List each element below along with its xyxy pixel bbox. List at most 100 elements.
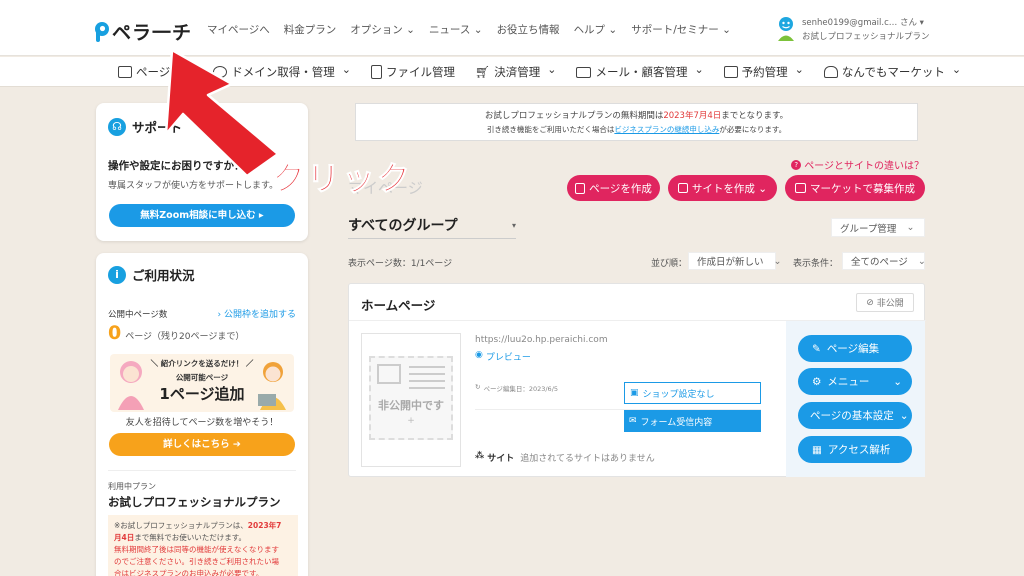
page-card-title: ホームページ — [361, 298, 436, 313]
details-button[interactable]: 詳しくはこちら ➔ — [109, 433, 295, 456]
nav-support-seminar[interactable]: サポート/セミナー ⌄ — [631, 22, 731, 37]
divider — [108, 470, 296, 471]
zoom-consult-button[interactable]: 無料Zoom相談に申し込む ▸ — [109, 204, 295, 227]
calendar-icon — [723, 66, 738, 78]
usage-card: i ご利用状況 公開中ページ数 › 公開枠を追加する 0 ページ（残り20ページ… — [96, 253, 308, 576]
user-email: senhe0199@gmail.c… さん ▾ — [802, 18, 924, 28]
cart-icon: 🛒︎ — [475, 65, 491, 79]
user-menu[interactable]: senhe0199@gmail.c… さん ▾ お試しプロフェッショナルプラン — [776, 16, 930, 44]
nav-pricing[interactable]: 料金プラン — [284, 22, 337, 37]
logo[interactable]: ペラ一チ — [94, 18, 192, 45]
subnav-mail-customer[interactable]: メール・顧客管理 — [576, 64, 703, 80]
plan-label: 利用中プラン — [108, 482, 156, 491]
subnav-page-management[interactable]: ページ管理 — [118, 64, 193, 80]
edited-date: ↻ ページ編集日：2023/6/5 — [475, 383, 559, 393]
refresh-icon: ↻ — [475, 383, 481, 391]
plus-page-icon — [575, 182, 586, 194]
visibility-icon: ⊘ — [866, 297, 874, 308]
chart-icon: ▦ — [812, 443, 822, 456]
site-row: ⁂ サイト 追加されてるサイトはありません — [475, 451, 655, 464]
subnav-payment[interactable]: 🛒︎ 決済管理 — [475, 64, 556, 80]
mail-icon — [576, 66, 592, 78]
market-icon — [823, 66, 838, 78]
cart-icon: ▣ — [630, 388, 639, 398]
group-select[interactable]: すべてのグループ ▾ — [348, 215, 516, 239]
user-plan: お試しプロフェッショナルプラン — [802, 32, 930, 42]
plan-name: お試しプロフェッショナルプラン — [108, 495, 281, 509]
nav-mypage[interactable]: マイページへ — [207, 22, 270, 37]
pencil-icon: ✎ — [812, 342, 821, 355]
filter-select[interactable]: 全てのページ ⌄ — [842, 252, 926, 270]
group-manage-select[interactable]: グループ管理 ⌄ — [831, 218, 925, 237]
sort-label: 並び順： — [651, 259, 688, 269]
referral-banner[interactable]: ＼ 紹介リンクを送るだけ！ ／ 公開可能ページ 1ページ追加 — [110, 354, 294, 412]
support-header: ☊ サポート — [108, 117, 182, 136]
sitemap-icon: ⁂ — [475, 451, 485, 461]
page-icon — [118, 66, 132, 78]
headset-icon: ☊ — [108, 117, 126, 136]
file-icon — [371, 65, 382, 79]
menu-button[interactable]: ⚙ メニュー ⌄ — [798, 368, 912, 395]
preview-link[interactable]: ◉ プレビュー — [475, 350, 531, 363]
top-nav: マイページへ 料金プラン オプション ⌄ ニュース ⌄ お役立ち情報 ヘルプ ⌄… — [207, 22, 731, 37]
shop-settings-button[interactable]: ▣ ショップ設定なし — [624, 382, 761, 404]
sort-select[interactable]: 作成日が新しい ⌄ — [688, 252, 781, 270]
add-quota-link[interactable]: › 公開枠を追加する — [218, 307, 296, 320]
form-inbox-button[interactable]: ✉ フォーム受信内容 — [624, 410, 761, 432]
page-card-header: ホームページ ⊘ 非公開 — [349, 284, 926, 321]
access-analytics-button[interactable]: ▦ アクセス解析 — [798, 436, 912, 463]
text-lines-icon — [409, 366, 445, 368]
chevron-down-icon: ⌄ — [773, 255, 782, 267]
page-url[interactable]: https://luu2o.hp.peraichi.com — [475, 335, 608, 345]
page-thumbnail[interactable]: 非公開中です + — [361, 333, 461, 467]
support-desc: 専属スタッフが使い方をサポートします。 — [108, 181, 279, 191]
create-site-button[interactable]: サイトを作成 ⌄ — [668, 175, 777, 201]
chevron-down-icon: ⌄ — [917, 255, 926, 267]
usage-header: i ご利用状況 — [108, 265, 195, 284]
edit-page-button[interactable]: ✎ ページ編集 — [798, 335, 912, 362]
nav-help[interactable]: ヘルプ ⌄ — [574, 22, 618, 37]
nav-useful-info[interactable]: お役立ち情報 — [497, 22, 560, 37]
sub-nav: ページ管理 ドメイン取得・管理 ファイル管理 🛒︎ 決済管理 メール・顧客管理 … — [0, 57, 1024, 87]
info-icon: i — [108, 265, 126, 284]
gear-icon: ⚙ — [812, 375, 822, 388]
chevron-down-icon: ⌄ — [899, 409, 909, 422]
question-icon: ? — [791, 159, 802, 170]
plan-notice: ※お試しプロフェッショナルプランは、2023年7 月4日まで無料でお使いいただけ… — [108, 515, 298, 576]
nav-news[interactable]: ニュース ⌄ — [429, 22, 483, 37]
private-overlay-text: 非公開中です — [378, 399, 444, 412]
subnav-market[interactable]: なんでもマーケット — [823, 64, 961, 80]
caret-down-icon: ▾ — [511, 221, 516, 230]
market-icon — [795, 183, 806, 193]
avatar — [778, 17, 794, 41]
site-icon — [677, 183, 688, 193]
market-recruit-button[interactable]: マーケットで募集作成 — [785, 175, 925, 201]
chevron-down-icon: ⌄ — [893, 375, 902, 388]
trial-banner: お試しプロフェッショナルプランの無料期間は2023年7月4日までとなります。 引… — [355, 103, 918, 141]
eye-icon: ◉ — [475, 350, 483, 360]
logo-mark-icon — [95, 21, 109, 42]
private-badge[interactable]: ⊘ 非公開 — [856, 293, 914, 312]
subnav-reservation[interactable]: 予約管理 — [723, 64, 804, 80]
subnav-file-management[interactable]: ファイル管理 — [371, 64, 455, 80]
subnav-domain[interactable]: ドメイン取得・管理 — [213, 64, 351, 80]
business-plan-link[interactable]: ビジネスプランの継続申し込み — [614, 125, 719, 134]
filter-label: 表示条件： — [793, 259, 839, 269]
invite-text: 友人を招待してページ数を増やそう！ — [125, 418, 279, 428]
click-annotation-text: クリック — [272, 159, 412, 199]
top-bar: ペラ一チ マイページへ 料金プラン オプション ⌄ ニュース ⌄ お役立ち情報 … — [0, 0, 1024, 56]
published-pages-label: 公開中ページ数 — [108, 310, 168, 320]
display-count: 表示ページ数：1/1ページ — [348, 259, 453, 269]
image-placeholder-icon — [377, 364, 401, 384]
logo-text: ペラ一チ — [112, 22, 193, 44]
mail-icon: ✉ — [629, 416, 637, 426]
page-site-diff-link[interactable]: ? ページとサイトの違いは？ — [791, 157, 924, 172]
chevron-down-icon: ⌄ — [906, 222, 915, 233]
nav-options[interactable]: オプション ⌄ — [350, 22, 415, 37]
page-basic-settings-button[interactable]: ページの基本設定 ⌄ — [798, 402, 912, 429]
page-count: 0 ページ（残り20ページまで） — [108, 322, 245, 344]
globe-icon — [213, 66, 228, 78]
create-page-button[interactable]: ページを作成 — [567, 175, 660, 201]
support-question: 操作や設定にお困りですか？ — [108, 160, 245, 172]
plus-icon: + — [407, 416, 415, 426]
